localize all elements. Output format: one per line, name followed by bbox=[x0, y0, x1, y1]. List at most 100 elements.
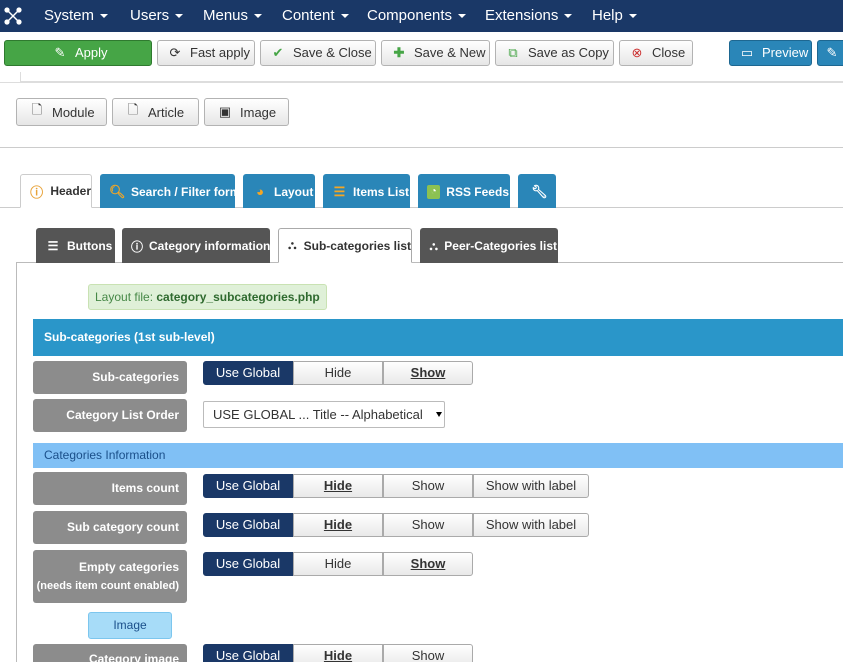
new-document-icon: 🗋 bbox=[31, 102, 43, 117]
edit-icon: ✎ bbox=[54, 45, 66, 60]
tab-search-filter-label: Search / Filter form bbox=[131, 184, 241, 199]
edit-extra-button[interactable]: ✎ bbox=[817, 40, 843, 66]
chevron-down-icon bbox=[458, 14, 467, 19]
image-section-button[interactable]: Image bbox=[88, 612, 172, 639]
chevron-down-icon bbox=[436, 412, 442, 417]
joomla-logo-icon[interactable] bbox=[3, 6, 23, 26]
menu-system-label: System bbox=[44, 7, 95, 24]
subcategories-label: Sub-categories bbox=[33, 361, 187, 394]
category-image-hide[interactable]: Hide bbox=[293, 644, 383, 662]
menu-system[interactable]: System bbox=[44, 0, 109, 32]
menu-help[interactable]: Help bbox=[592, 0, 637, 32]
admin-menubar: System Users Menus Content Components Ex… bbox=[0, 0, 843, 32]
empty-categories-use-global[interactable]: Use Global bbox=[203, 552, 293, 576]
items-count-hide[interactable]: Hide bbox=[293, 474, 383, 498]
subcategory-count-show-with-label[interactable]: Show with label bbox=[473, 513, 589, 537]
tab-layout[interactable]: ◕ Layout bbox=[243, 174, 315, 208]
subcategory-count-hide[interactable]: Hide bbox=[293, 513, 383, 537]
menu-menus[interactable]: Menus bbox=[203, 0, 263, 32]
menu-help-label: Help bbox=[592, 7, 623, 24]
category-image-show[interactable]: Show bbox=[383, 644, 473, 662]
monitor-icon: ▭ bbox=[740, 45, 754, 60]
apply-button[interactable]: ✎ Apply bbox=[4, 40, 152, 66]
subtab-peer-categories-list[interactable]: ⛬ Peer-Categories list bbox=[420, 228, 558, 263]
new-document-icon: 🗋 bbox=[127, 102, 139, 117]
picture-icon: ▣ bbox=[218, 104, 232, 119]
tab-items-list-label: Items List bbox=[352, 184, 409, 199]
tab-items-list[interactable]: ☰ Items List bbox=[323, 174, 410, 208]
insert-image-button[interactable]: ▣ Image bbox=[204, 98, 289, 126]
empty-categories-title: Empty categories bbox=[78, 560, 179, 574]
menu-content-label: Content bbox=[282, 7, 335, 24]
items-count-use-global[interactable]: Use Global bbox=[203, 474, 293, 498]
subcategories-use-global[interactable]: Use Global bbox=[203, 361, 293, 385]
subtab-category-information[interactable]: ⓘ Category information bbox=[122, 228, 270, 263]
empty-categories-hide[interactable]: Hide bbox=[293, 552, 383, 576]
category-list-order-select[interactable]: USE GLOBAL ... Title -- Alphabetical bbox=[203, 401, 445, 428]
subtab-subcategories-list[interactable]: ⛬ Sub-categories list bbox=[278, 228, 412, 263]
divider bbox=[0, 147, 843, 148]
save-copy-button[interactable]: ⧉ Save as Copy bbox=[495, 40, 614, 66]
save-copy-label: Save as Copy bbox=[528, 45, 609, 60]
check-icon: ✔ bbox=[272, 45, 284, 60]
subcategory-count-use-global[interactable]: Use Global bbox=[203, 513, 293, 537]
fast-apply-label: Fast apply bbox=[190, 45, 250, 60]
subcategories-show[interactable]: Show bbox=[383, 361, 473, 385]
empty-categories-label: Empty categories (needs item count enabl… bbox=[33, 550, 187, 603]
subsection-header: Categories Information bbox=[33, 443, 843, 468]
category-image-label: Category image bbox=[33, 644, 187, 662]
subtab-peer-categories-list-label: Peer-Categories list bbox=[444, 239, 557, 253]
tab-rss-feeds[interactable]: ◔ RSS Feeds bbox=[418, 174, 510, 208]
subcategory-count-show[interactable]: Show bbox=[383, 513, 473, 537]
list-icon: ☰ bbox=[333, 183, 346, 199]
menu-content[interactable]: Content bbox=[282, 0, 349, 32]
plus-icon: ✚ bbox=[393, 45, 405, 60]
save-close-button[interactable]: ✔ Save & Close bbox=[260, 40, 376, 66]
chevron-down-icon bbox=[340, 14, 349, 19]
category-list-order-value: USE GLOBAL ... Title -- Alphabetical bbox=[213, 407, 423, 422]
insert-article-label: Article bbox=[148, 104, 185, 120]
close-button[interactable]: ⊗ Close bbox=[619, 40, 693, 66]
fast-apply-button[interactable]: ⟳ Fast apply bbox=[157, 40, 255, 66]
menu-extensions[interactable]: Extensions bbox=[485, 0, 573, 32]
refresh-icon: ⟳ bbox=[169, 45, 181, 60]
apply-label: Apply bbox=[75, 45, 108, 60]
tab-header[interactable]: ⓘ Header bbox=[20, 174, 92, 208]
tab-tools[interactable]: 🔧︎ bbox=[518, 174, 556, 208]
save-new-button[interactable]: ✚ Save & New bbox=[381, 40, 490, 66]
menu-extensions-label: Extensions bbox=[485, 7, 559, 24]
insert-article-button[interactable]: 🗋 Article bbox=[112, 98, 199, 126]
layout-note-prefix: Layout file: bbox=[95, 290, 157, 304]
wrench-icon: 🔧︎ bbox=[531, 183, 548, 199]
tab-rss-feeds-label: RSS Feeds bbox=[446, 184, 509, 199]
palette-icon: ◕ bbox=[256, 184, 264, 199]
empty-categories-show[interactable]: Show bbox=[383, 552, 473, 576]
rss-icon: ◔ bbox=[427, 184, 441, 199]
subcategories-hide[interactable]: Hide bbox=[293, 361, 383, 385]
items-count-show[interactable]: Show bbox=[383, 474, 473, 498]
menu-users[interactable]: Users bbox=[130, 0, 184, 32]
subtab-buttons-label: Buttons bbox=[67, 239, 113, 253]
tab-search-filter[interactable]: 🔍︎ Search / Filter form bbox=[100, 174, 240, 208]
preview-button[interactable]: ▭ Preview bbox=[729, 40, 812, 66]
tab-header-label: Header bbox=[50, 184, 91, 198]
insert-module-button[interactable]: 🗋 Module bbox=[16, 98, 107, 126]
subtab-buttons[interactable]: ☰ Buttons bbox=[36, 228, 115, 263]
close-label: Close bbox=[652, 45, 686, 60]
save-new-label: Save & New bbox=[414, 45, 486, 60]
toolbar: ✎ Apply ⟳ Fast apply ✔ Save & Close ✚ Save &… bbox=[0, 32, 843, 72]
subtab-subcategories-list-label: Sub-categories list bbox=[303, 238, 411, 253]
items-count-show-with-label[interactable]: Show with label bbox=[473, 474, 589, 498]
sitemap-icon: ⛬ bbox=[288, 238, 297, 252]
menu-components[interactable]: Components bbox=[367, 0, 467, 32]
items-count-label: Items count bbox=[33, 472, 187, 505]
chevron-down-icon bbox=[100, 14, 109, 19]
category-image-use-global[interactable]: Use Global bbox=[203, 644, 293, 662]
layout-file-note: Layout file: category_subcategories.php bbox=[88, 284, 327, 310]
copy-icon: ⧉ bbox=[508, 45, 518, 60]
menu-components-label: Components bbox=[367, 7, 453, 24]
insert-module-label: Module bbox=[52, 104, 95, 120]
category-list-order-label: Category List Order bbox=[33, 399, 187, 432]
divider bbox=[0, 82, 843, 83]
collapsed-panel-edge bbox=[20, 72, 843, 82]
